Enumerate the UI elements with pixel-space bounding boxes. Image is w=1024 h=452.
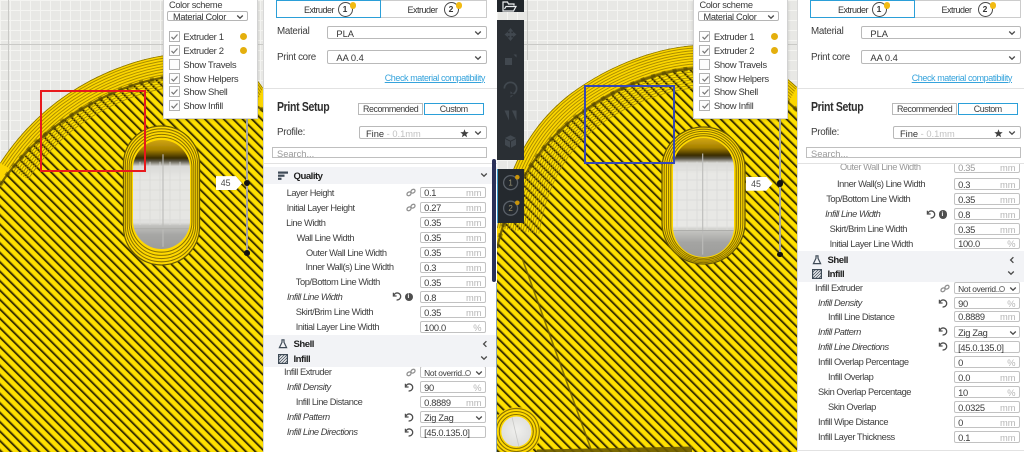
svg-text:1: 1: [508, 178, 513, 187]
svg-text:2: 2: [508, 204, 513, 213]
